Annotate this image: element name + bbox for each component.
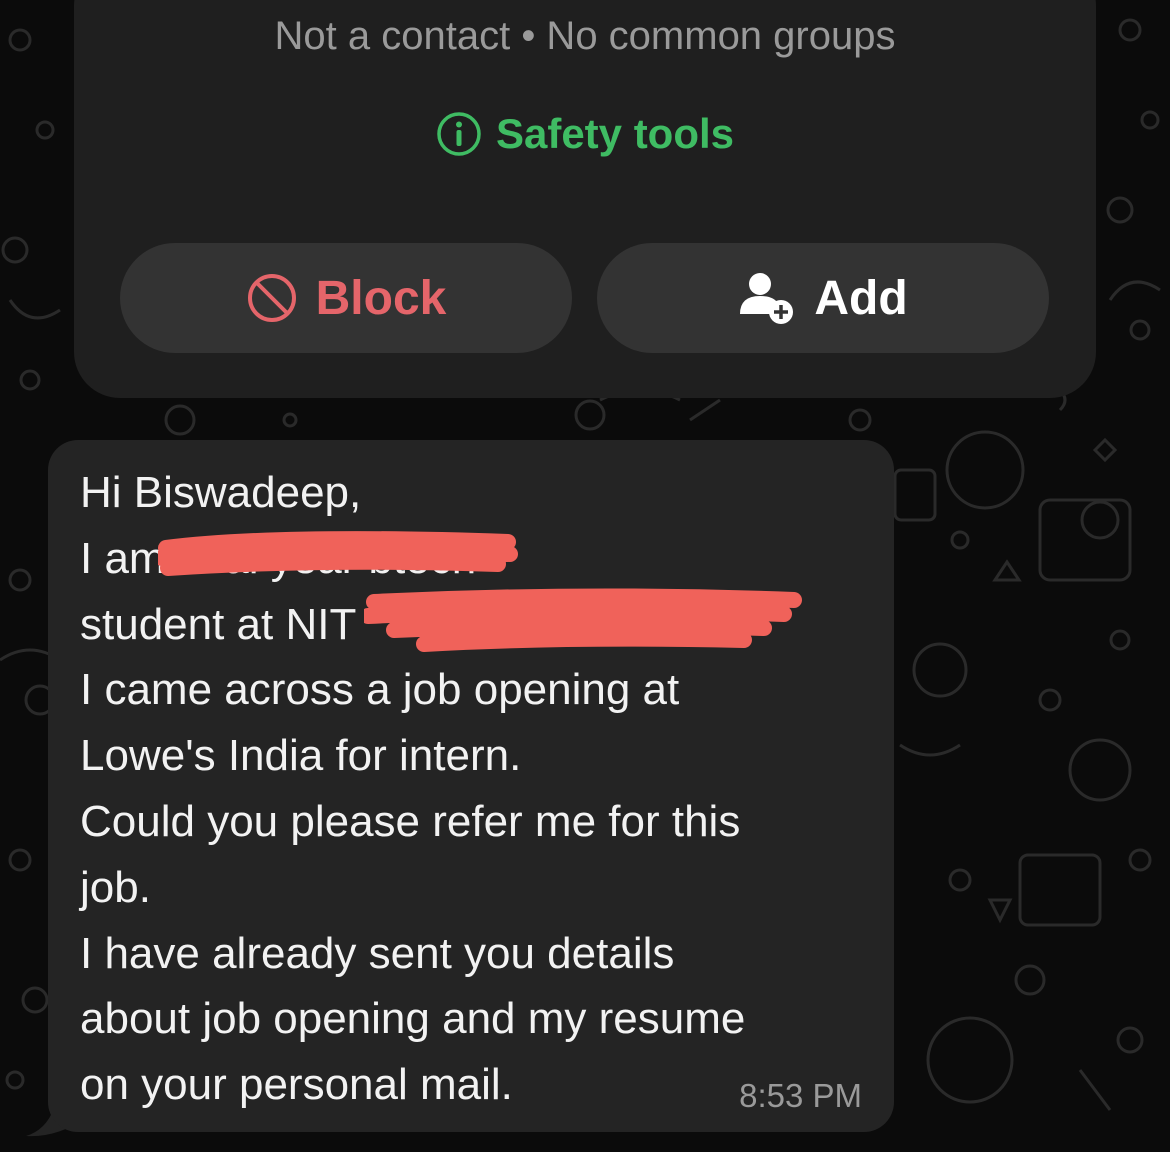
message-line: Could you please refer me for this <box>80 796 741 846</box>
safety-tools-link[interactable]: Safety tools <box>74 110 1096 158</box>
contact-status-text: Not a contact • No common groups <box>274 14 896 58</box>
chat-screen: Not a contact • No common groups Safety … <box>0 0 1170 1152</box>
message-line: about job opening and my resume <box>80 994 746 1044</box>
add-label: Add <box>814 271 908 325</box>
add-person-icon <box>740 273 794 324</box>
safety-tools-label: Safety tools <box>495 110 735 157</box>
message-text: Hi Biswadeep, I am final year btech stud… <box>80 460 880 1118</box>
message-line: I am final year btech <box>80 533 477 583</box>
incoming-message-bubble[interactable]: Hi Biswadeep, I am final year btech stud… <box>48 440 894 1132</box>
message-timestamp: 8:53 PM <box>739 1077 862 1114</box>
message-line: Lowe's India for intern. <box>80 731 522 781</box>
block-button[interactable]: Block <box>120 243 572 353</box>
add-contact-button[interactable]: Add <box>597 243 1049 353</box>
info-circle-icon <box>437 112 481 156</box>
block-circle-icon <box>247 274 296 322</box>
unknown-contact-card: Not a contact • No common groups Safety … <box>74 0 1096 398</box>
block-label: Block <box>315 271 447 325</box>
message-line: Hi Biswadeep, <box>80 468 362 517</box>
message-line: student at NIT <box>80 599 357 649</box>
message-line: I have already sent you details <box>80 928 675 978</box>
message-line: job. <box>80 862 151 912</box>
message-line: I came across a job opening at <box>80 665 680 715</box>
